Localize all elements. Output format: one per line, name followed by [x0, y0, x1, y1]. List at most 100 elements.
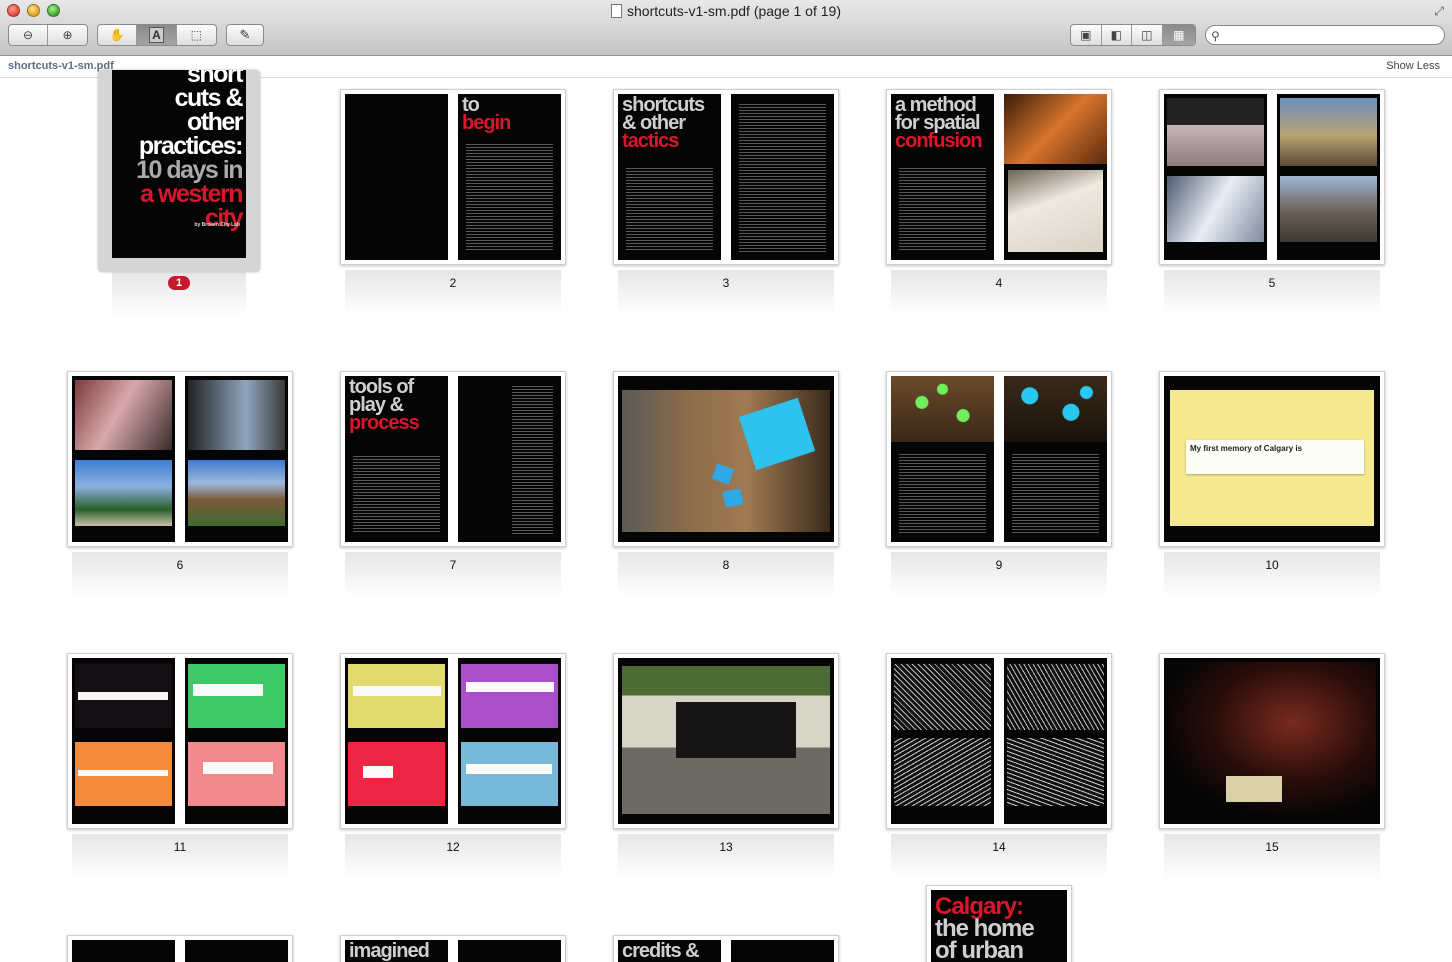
page-thumbnail-2[interactable]: to begin: [340, 89, 566, 265]
page-number: 7: [449, 558, 457, 572]
photo: [894, 664, 991, 730]
heading-text-red: tactics: [622, 130, 679, 152]
page-thumbnail-14[interactable]: [886, 653, 1112, 829]
photo: [1280, 176, 1377, 242]
photo: [75, 380, 172, 450]
single-page-view-button[interactable]: ▣: [1071, 25, 1102, 45]
page-thumbnail-10[interactable]: My first memory of Calgary is: [1159, 371, 1385, 547]
page-right: [1004, 376, 1107, 542]
page-number: 14: [992, 840, 1006, 854]
page-heading: a method for spatial confusion: [895, 94, 992, 152]
page-right: [185, 658, 288, 824]
zoom-out-icon: ⊖: [22, 28, 34, 42]
search-icon: ⚲: [1211, 29, 1220, 43]
page-number: 15: [1265, 840, 1279, 854]
page-thumbnail-9[interactable]: [886, 371, 1112, 547]
page-thumbnail-5[interactable]: [1159, 89, 1385, 265]
move-tool-button[interactable]: ✋: [98, 25, 138, 45]
cover-line: other: [187, 108, 243, 136]
page-right: [1004, 94, 1107, 260]
page-number: 4: [995, 276, 1003, 290]
page-left: [891, 376, 994, 542]
strip: [466, 764, 552, 774]
page-left: [891, 658, 994, 824]
page-left: [345, 94, 448, 260]
page-right: [1004, 658, 1107, 824]
photo: [188, 460, 285, 526]
photo: [894, 738, 991, 806]
page-thumbnail-1[interactable]: short cuts & other practices: 10 days in…: [112, 70, 246, 258]
contact-sheet-view-button[interactable]: ▦: [1162, 25, 1195, 45]
page-left: [72, 658, 175, 824]
fullscreen-icon[interactable]: ⤢: [1434, 4, 1444, 19]
photo: [75, 460, 172, 526]
two-page-icon: ◫: [1141, 28, 1153, 42]
photo: [188, 742, 285, 806]
annotate-button[interactable]: ✎: [226, 24, 264, 46]
page-thumbnail-12[interactable]: [340, 653, 566, 829]
page-thumbnail-18[interactable]: credits &: [613, 935, 839, 962]
body-text: [466, 142, 553, 252]
select-tool-button[interactable]: ⬚: [177, 25, 216, 45]
zoom-segment: ⊖ ⊕: [8, 24, 88, 46]
page-thumbnail-7[interactable]: tools of play & process: [340, 371, 566, 547]
page-right: [1277, 94, 1380, 260]
page-right: to begin: [458, 94, 561, 260]
page-thumbnail-15[interactable]: [1159, 653, 1385, 829]
page-right: [185, 940, 288, 962]
heading-text: a method for spatial: [895, 94, 981, 134]
zoom-in-button[interactable]: ⊕: [48, 25, 87, 45]
show-less-button[interactable]: Show Less: [1386, 60, 1440, 72]
page-right: [458, 658, 561, 824]
rv: [1226, 776, 1282, 802]
page-thumbnail-17[interactable]: imagined: [340, 935, 566, 962]
page-number: 8: [722, 558, 730, 572]
cover-line: practices:: [138, 132, 244, 160]
hand-icon: ✋: [109, 28, 125, 42]
page-thumbnail-16[interactable]: [67, 935, 293, 962]
two-page-view-button[interactable]: ◫: [1132, 25, 1163, 45]
cover-line: cuts &: [174, 84, 244, 112]
sidebar-view-button[interactable]: ◧: [1102, 25, 1133, 45]
page-thumbnail-4[interactable]: a method for spatial confusion: [886, 89, 1112, 265]
photo: [348, 664, 445, 728]
page-left: [72, 376, 175, 542]
cover-byline: by Broken City Lab: [194, 222, 240, 228]
body-text: [1012, 452, 1099, 534]
strip: [78, 692, 168, 700]
sticky-note: [722, 488, 744, 508]
page-thumbnail-3[interactable]: shortcuts & other tactics: [613, 89, 839, 265]
body-text: [739, 102, 826, 252]
page-left: [345, 658, 448, 824]
page-number: 11: [173, 840, 187, 854]
heading-text-red: confusion: [895, 130, 983, 152]
page-right: [458, 376, 561, 542]
page-thumbnail-19[interactable]: Calgary: the home of urban: [926, 885, 1072, 962]
caption-strip: My first memory of Calgary is: [1186, 440, 1364, 474]
page-left: imagined: [345, 940, 448, 962]
text-tool-button[interactable]: A: [137, 25, 177, 45]
search-input[interactable]: ⚲: [1205, 25, 1445, 45]
page-thumbnail-8[interactable]: [613, 371, 839, 547]
heading-text-red: begin: [462, 112, 511, 134]
page-thumbnail-13[interactable]: [613, 653, 839, 829]
photo: [188, 664, 285, 728]
heading-text: of urban: [935, 937, 1024, 962]
zoom-out-button[interactable]: ⊖: [9, 25, 49, 45]
caption-text: My first memory of Calgary is: [1190, 444, 1303, 453]
page-thumbnail-11[interactable]: [67, 653, 293, 829]
page-number: 5: [1268, 276, 1276, 290]
photo: [891, 376, 994, 442]
strip: [466, 682, 554, 692]
photo: [461, 664, 558, 728]
heading-text: shortcuts & other: [622, 94, 705, 134]
heading-text-red: process: [349, 412, 420, 434]
strip: [203, 762, 273, 774]
page-thumbnail-6[interactable]: [67, 371, 293, 547]
page-heading: to begin: [462, 95, 559, 134]
strip: [78, 770, 168, 776]
strip: [363, 766, 393, 778]
title-bar: shortcuts-v1-sm.pdf (page 1 of 19) ⤢ ⊖ ⊕…: [0, 0, 1452, 56]
photo: [188, 380, 285, 450]
page-heading: tools of play & process: [349, 377, 446, 434]
